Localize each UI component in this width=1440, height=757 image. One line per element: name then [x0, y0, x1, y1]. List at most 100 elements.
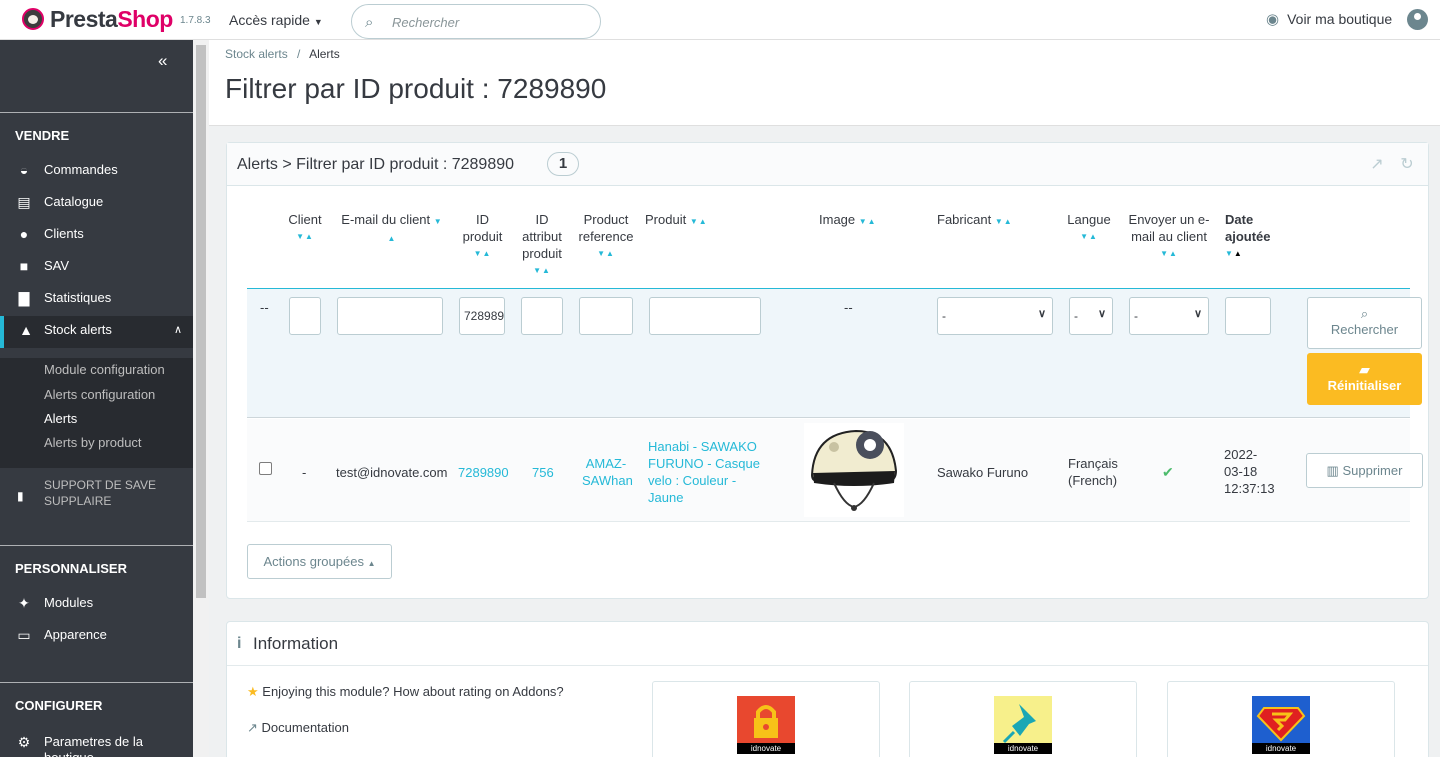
sidebar-item-statistiques[interactable]: ▇ Statistiques — [0, 284, 193, 314]
bell-icon: ▲ — [19, 322, 33, 338]
column-product: Produit ▼▲ — [645, 212, 708, 227]
addon-card-lock[interactable]: idnovate — [652, 681, 880, 757]
divider — [0, 545, 193, 546]
rating-link[interactable]: ★ Enjoying this module? How about rating… — [247, 684, 564, 700]
page-header: Stock alerts / Alerts Filtrer par ID pro… — [209, 40, 1440, 126]
collapse-sidebar-icon[interactable]: « — [158, 51, 167, 71]
eye-icon: ◉ — [1266, 11, 1280, 28]
row-id-attribute-link[interactable]: 756 — [532, 464, 554, 481]
sort-icons[interactable]: ▼▲ — [859, 217, 877, 226]
chevron-up-icon: ∧ — [174, 324, 183, 336]
sidebar-item-stock-alerts[interactable]: ▲ Stock alerts ∧ — [0, 316, 193, 348]
documentation-link[interactable]: ↗ Documentation — [247, 720, 349, 736]
sidebar-item-sav[interactable]: ■ SAV — [0, 252, 193, 282]
filter-image-placeholder: -- — [844, 300, 853, 315]
column-client: Client ▼▲ — [285, 211, 325, 245]
addon-card-pin[interactable]: idnovate — [909, 681, 1137, 757]
sort-icons[interactable]: ▼▲ — [285, 228, 325, 245]
filter-date-input[interactable] — [1225, 297, 1271, 335]
product-image-helmet — [804, 423, 904, 517]
sidebar-item-modules[interactable]: ✦ Modules — [0, 589, 193, 619]
eraser-icon: ▰ — [1359, 362, 1370, 377]
sort-icons[interactable]: ▼▲ — [455, 245, 510, 262]
sidebar-scrollbar[interactable] — [193, 40, 209, 757]
page-title: Filtrer par ID produit : 7289890 — [225, 73, 607, 104]
sidebar-item-commandes[interactable]: ◒ Commandes — [0, 156, 193, 186]
filter-client-input[interactable] — [289, 297, 321, 335]
section-configurer: CONFIGURER — [15, 698, 103, 713]
submenu-alerts[interactable]: Alerts — [44, 411, 77, 426]
submenu-alerts-configuration[interactable]: Alerts configuration — [44, 387, 155, 402]
row-checkbox[interactable] — [259, 462, 272, 475]
brand-name[interactable]: PrestaShop — [50, 6, 173, 33]
version-label: 1.7.8.3 — [180, 15, 211, 26]
alerts-count-badge: 1 — [547, 152, 579, 176]
sort-icons[interactable]: ▼▲ — [1126, 245, 1212, 262]
sort-icons[interactable]: ▼▲ — [995, 217, 1013, 226]
sort-icons[interactable]: ▼▲ — [1064, 228, 1114, 245]
bulk-actions-button[interactable]: Actions groupées ▲ — [247, 544, 392, 579]
search-placeholder: Rechercher — [392, 15, 460, 30]
sidebar-item-apparence[interactable]: ▭ Apparence — [0, 621, 193, 651]
breadcrumb: Stock alerts / Alerts — [225, 47, 340, 61]
sidebar-item-catalogue[interactable]: ▤ Catalogue — [0, 188, 193, 218]
column-id-attribute: ID attribut produit ▼▲ — [517, 211, 567, 279]
row-product-link[interactable]: Hanabi - SAWAKO FURUNO - Casque velo : C… — [648, 438, 768, 506]
sort-asc-icon[interactable]: ▲ — [337, 230, 447, 247]
filter-id-attribute-input[interactable] — [521, 297, 563, 335]
filter-email-input[interactable] — [337, 297, 443, 335]
search-input[interactable]: ⌕ Rechercher — [351, 4, 601, 39]
submenu-module-configuration[interactable]: Module configuration — [44, 362, 165, 377]
sidebar-item-parametres[interactable]: ⚙ Parametres de la boutique — [0, 728, 193, 757]
filter-manufacturer-select[interactable]: - ∨ — [937, 297, 1053, 335]
filter-row: -- 7289890 -- -∨ -∨ -∨ ⌕ Rechercher ▰ Ré… — [247, 288, 1422, 418]
filter-product-input[interactable] — [649, 297, 761, 335]
scrollbar-thumb[interactable] — [196, 45, 206, 598]
reset-button[interactable]: ▰ Réinitialiser — [1307, 353, 1422, 405]
alerts-panel: Alerts > Filtrer par ID produit : 728989… — [226, 142, 1429, 599]
row-language: Français (French) — [1068, 456, 1118, 488]
sort-icons[interactable]: ▼▲ — [517, 262, 567, 279]
sort-desc-icon[interactable]: ▼ — [434, 217, 443, 226]
quick-access-menu[interactable]: Accès rapide ▼ — [229, 12, 323, 28]
row-manufacturer: Sawako Furuno — [937, 465, 1029, 480]
filter-send-email-select[interactable]: - ∨ — [1129, 297, 1209, 335]
breadcrumb-stock-alerts[interactable]: Stock alerts — [225, 47, 288, 61]
user-avatar-icon[interactable] — [1407, 9, 1428, 30]
export-icon[interactable]: ↗ — [1368, 154, 1386, 173]
external-link-icon: ↗ — [247, 720, 258, 735]
stock-alerts-submenu: Module configuration Alerts configuratio… — [0, 358, 193, 468]
settings-icon: ⚙ — [17, 734, 31, 750]
pushpin-icon: idnovate — [994, 696, 1052, 754]
sort-icons[interactable]: ▼▲ — [1225, 245, 1280, 262]
submenu-alerts-by-product[interactable]: Alerts by product — [44, 435, 142, 450]
breadcrumb-separator: / — [297, 47, 301, 61]
sort-icons[interactable]: ▼▲ — [575, 245, 637, 262]
delete-button[interactable]: ▥ Supprimer — [1306, 453, 1423, 488]
sidebar-item-support[interactable]: ▮ SUPPORT DE SAVE SUPPLAIRE — [0, 477, 193, 511]
prestashop-logo-icon[interactable] — [22, 8, 44, 30]
trash-icon: ▥ — [1326, 463, 1339, 478]
filter-language-select[interactable]: - ∨ — [1069, 297, 1113, 335]
search-button[interactable]: ⌕ Rechercher — [1307, 297, 1422, 349]
column-language: Langue ▼▲ — [1064, 211, 1114, 245]
search-icon: ⌕ — [1360, 306, 1369, 321]
column-image: Image ▼▲ — [819, 212, 877, 227]
column-email: E-mail du client ▼ ▲ — [337, 211, 447, 247]
addon-card-superman[interactable]: idnovate — [1167, 681, 1395, 757]
check-icon: ✔ — [1162, 464, 1174, 480]
chat-icon: ■ — [19, 258, 29, 274]
account-circle-icon: ● — [19, 226, 29, 242]
lock-icon: idnovate — [737, 696, 795, 754]
filter-id-product-input[interactable]: 7289890 — [459, 297, 505, 335]
filter-reference-input[interactable] — [579, 297, 633, 335]
bar-chart-icon: ▇ — [18, 290, 30, 306]
view-shop-link[interactable]: ◉ Voir ma boutique — [1266, 10, 1392, 28]
superman-icon: idnovate — [1252, 696, 1310, 754]
row-reference-link[interactable]: AMAZ- SAWhan — [582, 455, 633, 489]
row-id-product-link[interactable]: 7289890 — [458, 464, 509, 481]
caret-down-icon: ▼ — [313, 17, 323, 27]
refresh-icon[interactable]: ↻ — [1398, 154, 1416, 173]
sidebar-item-clients[interactable]: ● Clients — [0, 220, 193, 250]
sort-icons[interactable]: ▼▲ — [690, 217, 708, 226]
